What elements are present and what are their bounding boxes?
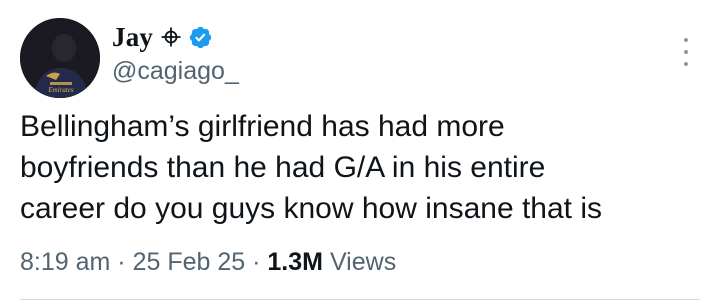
avatar[interactable]: Emirates <box>20 18 100 98</box>
display-name[interactable]: Jay <box>112 22 153 53</box>
post-text-line: Bellingham’s girlfriend has had more <box>20 110 505 143</box>
post-text: Bellingham’s girlfriend has had more boy… <box>20 106 710 229</box>
more-vertical-icon[interactable] <box>678 38 694 66</box>
views-count[interactable]: 1.3M <box>267 248 323 276</box>
divider <box>20 299 700 300</box>
meta-separator: · <box>252 248 261 276</box>
views-label[interactable]: Views <box>330 248 396 276</box>
post-text-line: career do you guys know how insane that … <box>20 192 602 225</box>
post-meta: 8:19 am · 25 Feb 25 · 1.3M Views <box>20 248 396 277</box>
meta-separator: · <box>117 248 126 276</box>
svg-text:Emirates: Emirates <box>47 86 74 94</box>
post-date[interactable]: 25 Feb 25 <box>133 248 246 276</box>
author-handle[interactable]: @cagiago_ <box>112 57 239 86</box>
post-text-line: boyfriends than he had G/A in his entire <box>20 151 546 184</box>
verified-badge-icon[interactable] <box>188 25 213 50</box>
post-time[interactable]: 8:19 am <box>20 248 110 276</box>
author-name-row: Jay <box>112 20 213 54</box>
crosshair-icon <box>161 27 181 47</box>
